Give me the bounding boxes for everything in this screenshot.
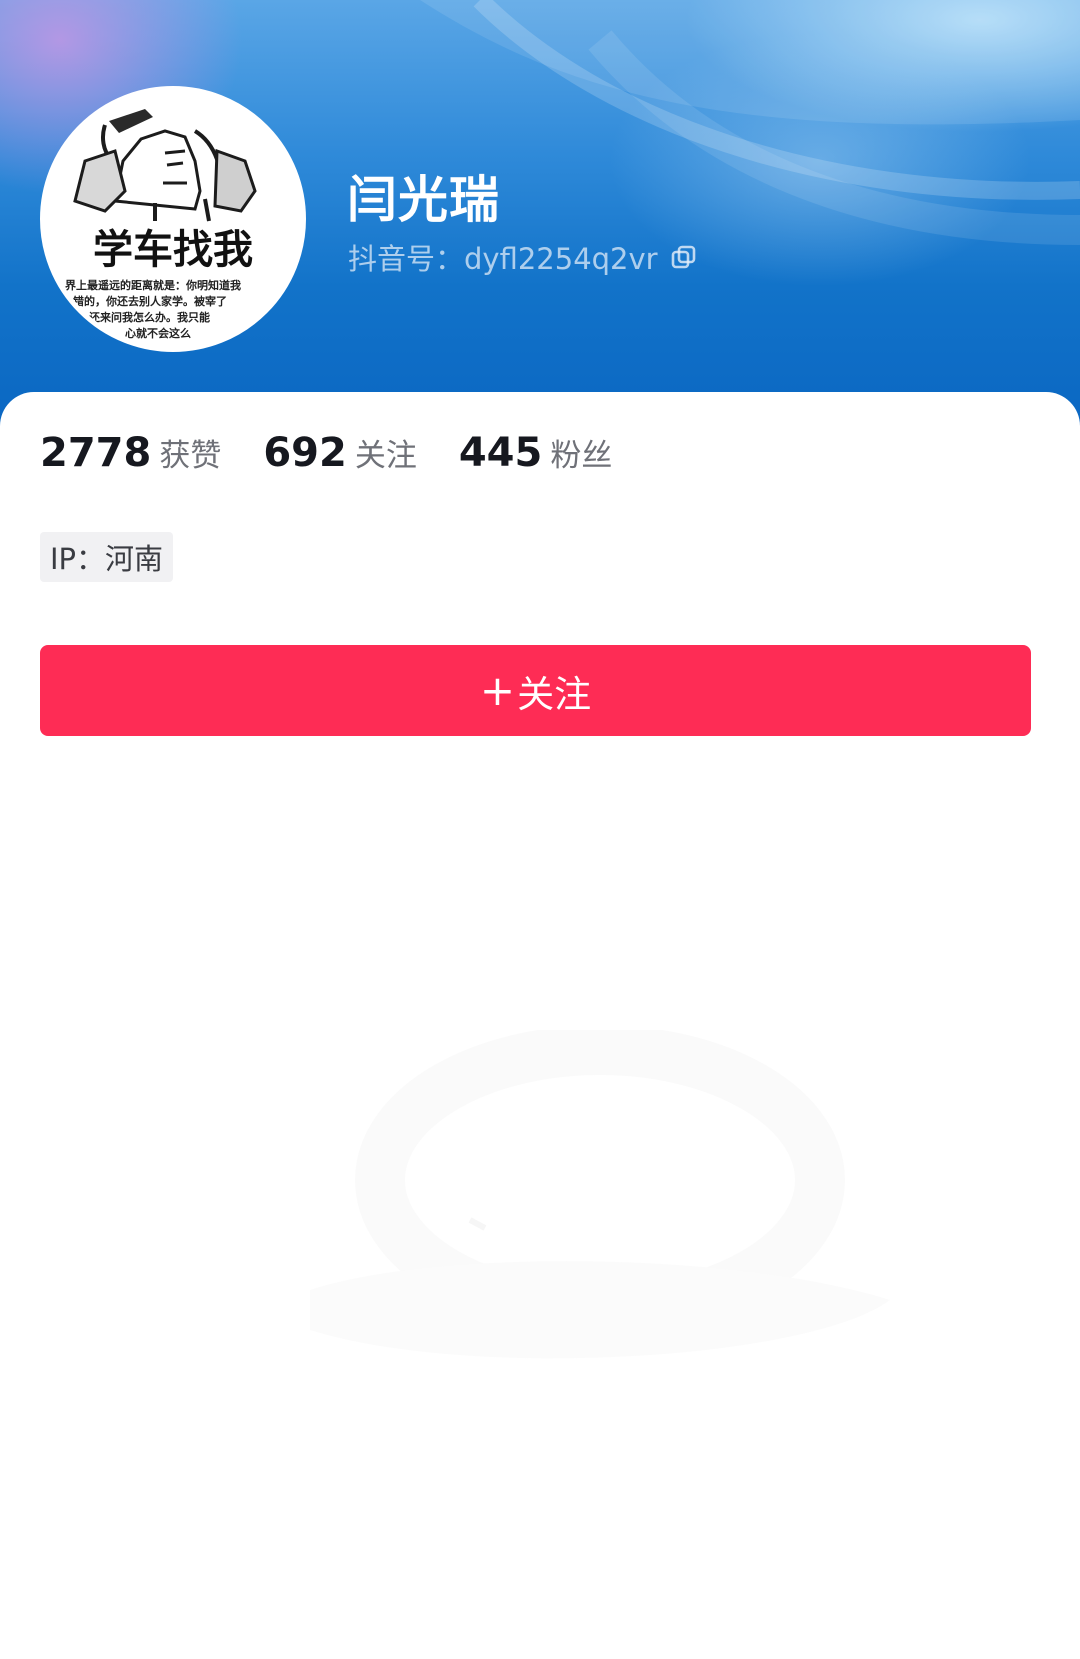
follow-button-label: 关注 xyxy=(517,672,592,716)
stat-label: 粉丝 xyxy=(550,438,613,474)
svg-text:还来问我怎么办。我只能: 还来问我怎么办。我只能 xyxy=(88,310,210,324)
stat-label: 获赞 xyxy=(159,438,222,474)
account-id-row[interactable]: 抖音号：dyfl2254q2vr xyxy=(348,236,698,278)
stat-value: 2778 xyxy=(40,430,152,476)
avatar-caption: 学车找我 xyxy=(93,227,253,273)
follow-button[interactable]: + 关注 xyxy=(40,645,1031,736)
copy-icon[interactable] xyxy=(670,243,698,271)
account-id: 抖音号：dyfl2254q2vr xyxy=(348,242,658,276)
empty-state-illustration xyxy=(310,1030,890,1359)
stat-followers[interactable]: 445 粉丝 xyxy=(459,430,613,476)
svg-text:错的，你还去别人家学。被宰了: 错的，你还去别人家学。被宰了 xyxy=(73,294,227,308)
svg-text:界上最遥远的距离就是：你明知道我: 界上最遥远的距离就是：你明知道我 xyxy=(65,278,241,292)
stats-row: 2778 获赞 692 关注 445 粉丝 xyxy=(40,430,654,476)
stat-following[interactable]: 692 关注 xyxy=(263,430,417,476)
stat-value: 445 xyxy=(458,430,543,476)
plus-icon: + xyxy=(479,666,516,715)
ip-location-tag: IP：河南 xyxy=(40,532,174,582)
profile-page: 学车找我 界上最遥远的距离就是：你明知道我 错的，你还去别人家学。被宰了 还来问… xyxy=(0,0,1080,1659)
avatar-image: 学车找我 界上最遥远的距离就是：你明知道我 错的，你还去别人家学。被宰了 还来问… xyxy=(45,91,301,347)
svg-text:心就不会这么: 心就不会这么 xyxy=(125,326,191,340)
profile-name: 闫光瑞 xyxy=(347,171,500,229)
stat-value: 692 xyxy=(263,430,347,476)
avatar[interactable]: 学车找我 界上最遥远的距离就是：你明知道我 错的，你还去别人家学。被宰了 还来问… xyxy=(40,86,306,352)
stat-likes[interactable]: 2778 获赞 xyxy=(40,430,221,476)
stat-label: 关注 xyxy=(354,438,417,474)
